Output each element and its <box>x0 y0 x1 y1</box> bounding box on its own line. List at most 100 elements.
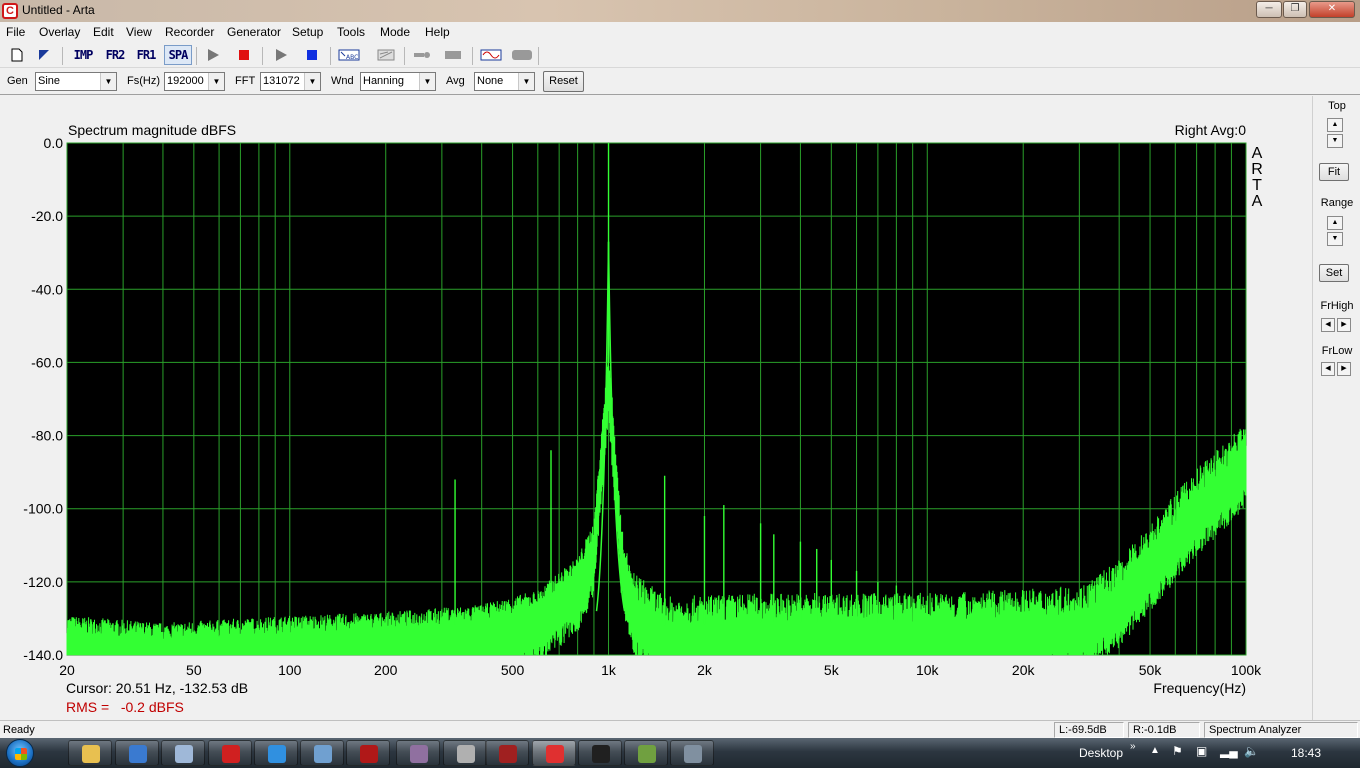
arrow-up-icon: ▲ <box>1331 219 1339 226</box>
stop-button[interactable] <box>233 45 255 65</box>
y-tick-label: -120.0 <box>23 574 63 590</box>
menu-file[interactable]: File <box>6 25 25 39</box>
play-icon <box>276 49 287 61</box>
frlow-left-button[interactable]: ◀ <box>1321 362 1335 376</box>
measurement-controls: Gen Sine ▼ Fs(Hz) 192000 ▼ FFT 131072 ▼ … <box>0 68 1360 95</box>
restore-icon: ❐ <box>1290 3 1300 14</box>
spa-mode-button[interactable]: SPA <box>164 45 192 65</box>
x-tick-label: 1k <box>601 662 617 678</box>
desktop-toolbar-label[interactable]: Desktop <box>1079 746 1123 760</box>
taskbar-app-button[interactable] <box>161 740 205 766</box>
x-tick-label: 500 <box>501 662 525 678</box>
close-button[interactable]: ✕ <box>1309 1 1355 18</box>
pdf-icon <box>360 745 378 763</box>
arta-app-icon[interactable]: C <box>2 3 18 19</box>
y-tick-label: 0.0 <box>44 135 64 151</box>
installer-icon <box>638 745 656 763</box>
calculator-icon <box>175 745 193 763</box>
wnd-select[interactable]: Hanning ▼ <box>360 72 436 91</box>
taskbar-app-button[interactable] <box>670 740 714 766</box>
open-file-button[interactable] <box>33 45 55 65</box>
frlow-right-button[interactable]: ▶ <box>1337 362 1351 376</box>
menu-edit[interactable]: Edit <box>93 25 114 39</box>
action-center-icon[interactable]: ⚑ <box>1172 744 1183 758</box>
taskbar-app-button[interactable] <box>68 740 112 766</box>
menu-tools[interactable]: Tools <box>337 25 365 39</box>
avg-select[interactable]: None ▼ <box>474 72 535 91</box>
taskbar-app-button[interactable] <box>254 740 298 766</box>
range-up-button[interactable]: ▲ <box>1327 216 1343 230</box>
menu-mode[interactable]: Mode <box>380 25 410 39</box>
taskbar-app-button[interactable] <box>443 740 487 766</box>
top-down-button[interactable]: ▼ <box>1327 134 1343 148</box>
taskbar-app-button[interactable] <box>208 740 252 766</box>
x-tick-label: 200 <box>374 662 398 678</box>
spectrum-chart[interactable]: Spectrum magnitude dBFS Right Avg:0 0.0 -… <box>0 96 1312 720</box>
menu-help[interactable]: Help <box>425 25 450 39</box>
menu-overlay[interactable]: Overlay <box>39 25 80 39</box>
menu-view[interactable]: View <box>126 25 152 39</box>
chevron-down-icon: ▼ <box>208 73 224 90</box>
x-tick-label: 50k <box>1139 662 1163 678</box>
device-icon[interactable]: ▣ <box>1196 744 1207 758</box>
cursor-readout: Cursor: 20.51 Hz, -132.53 dB <box>66 680 248 696</box>
plot-area[interactable] <box>67 143 1246 655</box>
start-button[interactable] <box>6 739 34 767</box>
bar-button[interactable] <box>442 45 464 65</box>
taskbar-app-button[interactable] <box>485 740 529 766</box>
record-icon <box>512 50 532 60</box>
spectrum-plot-panel: Spectrum magnitude dBFS Right Avg:0 0.0 -… <box>0 96 1312 720</box>
arrow-left-icon: ◀ <box>1325 365 1331 372</box>
play-button[interactable] <box>202 45 224 65</box>
menu-setup[interactable]: Setup <box>292 25 323 39</box>
x-tick-label: 10k <box>916 662 940 678</box>
fft-select[interactable]: 131072 ▼ <box>260 72 321 91</box>
opera-icon <box>222 745 240 763</box>
imp-mode-button[interactable]: IMP <box>70 45 96 65</box>
tray-expand-icon[interactable]: ▲ <box>1150 745 1160 756</box>
range-down-button[interactable]: ▼ <box>1327 232 1343 246</box>
maximize-button[interactable]: ❐ <box>1283 1 1307 18</box>
taskbar-app-button[interactable] <box>346 740 390 766</box>
taskbar-app-button[interactable] <box>624 740 668 766</box>
y-tick-label: -60.0 <box>31 354 63 370</box>
play-icon <box>208 49 219 61</box>
taskbar-app-button[interactable] <box>532 740 576 766</box>
chevron-down-icon: ▼ <box>419 73 435 90</box>
y-axis-ticks: 0.0 -20.0 -40.0 -60.0 -80.0 -100.0 -120.0 -140.… <box>23 135 63 663</box>
abc-button[interactable]: ABC <box>337 45 361 65</box>
minimize-button[interactable]: ─ <box>1256 1 1282 18</box>
y-tick-label: -80.0 <box>31 428 63 444</box>
fit-button[interactable]: Fit <box>1319 163 1349 181</box>
record-button[interactable] <box>510 45 534 65</box>
taskbar-app-button[interactable] <box>300 740 344 766</box>
top-up-button[interactable]: ▲ <box>1327 118 1343 132</box>
reset-button[interactable]: Reset <box>543 71 584 92</box>
menu-recorder[interactable]: Recorder <box>165 25 214 39</box>
set-button[interactable]: Set <box>1319 264 1349 282</box>
frhigh-right-button[interactable]: ▶ <box>1337 318 1351 332</box>
new-file-button[interactable] <box>6 45 28 65</box>
generator-button[interactable] <box>479 45 503 65</box>
frhigh-left-button[interactable]: ◀ <box>1321 318 1335 332</box>
volume-icon[interactable]: 🔈 <box>1244 744 1259 758</box>
x-tick-label: 100 <box>278 662 302 678</box>
taskbar-app-button[interactable] <box>115 740 159 766</box>
gen-select[interactable]: Sine ▼ <box>35 72 117 91</box>
fft-value: 131072 <box>263 75 300 87</box>
probe-button[interactable] <box>411 45 433 65</box>
play-button[interactable] <box>270 45 292 65</box>
network-signal-icon[interactable]: ▂▄ <box>1220 744 1238 758</box>
stop-button[interactable] <box>301 45 323 65</box>
taskbar-app-button[interactable] <box>396 740 440 766</box>
chevron-right-icon[interactable]: » <box>1130 741 1136 752</box>
fs-select[interactable]: 192000 ▼ <box>164 72 225 91</box>
calibrate-button[interactable] <box>375 45 397 65</box>
fr2-mode-button[interactable]: FR2 <box>102 45 128 65</box>
clock[interactable]: 18:43 <box>1291 746 1321 760</box>
fr1-mode-button[interactable]: FR1 <box>133 45 159 65</box>
menu-generator[interactable]: Generator <box>227 25 281 39</box>
x-tick-label: 5k <box>824 662 840 678</box>
taskbar-app-button[interactable] <box>578 740 622 766</box>
arrow-up-icon: ▲ <box>1331 121 1339 128</box>
